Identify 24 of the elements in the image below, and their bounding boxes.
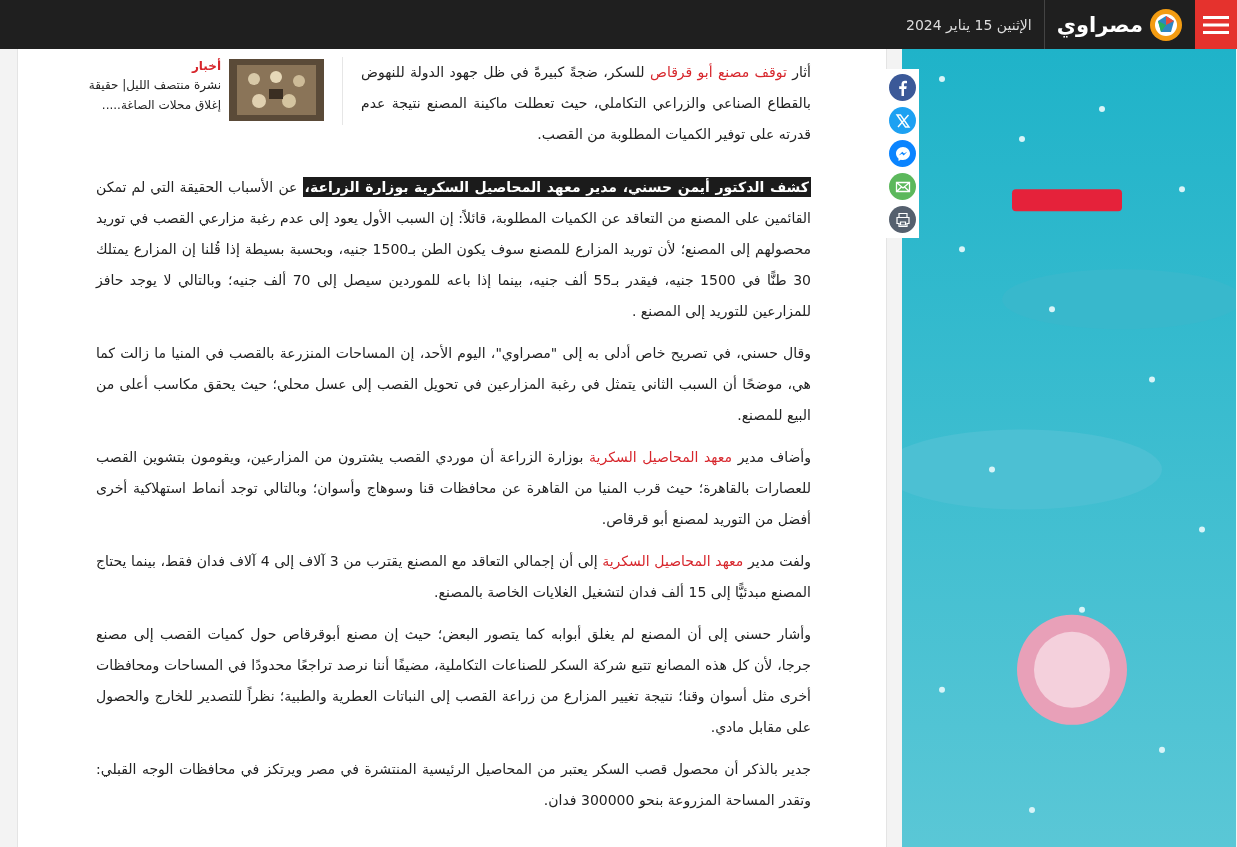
article-link[interactable]: توقف مصنع أبو قرقاص <box>649 64 787 80</box>
article-paragraph: أثار توقف مصنع أبو قرقاص للسكر، ضجةً كبيرةً في ظل جهود الدولة للنهوض بالقطاع الصناعي والزراعي التكاملي، حيث تعطلت ماكينة المصنع نتيجة عدم قدرته على توفير الكميات المطلوبة من القصب. <box>361 62 811 145</box>
article-paragraph: وأشار حسني إلى أن المصنع لم يغلق أبوابه كما يتصور البعض؛ حيث إن مصنع أبوقرقاص حول كميات القصب إلى مصنع جرجا، لأن كل هذه المصانع تتبع شركة السكر للصناعات التكاملية، مضيفًا أننا نرصد تراجعًا محدودًا في المساحات ومحافظات أخرى مثل أسوان وقنا؛ نتيجة تغيير المزارع من زراعة القصب إلى النباتات العطرية والطبية؛ نظراً للتصدير للخارج والحصول على مقابل مادي. <box>96 624 811 737</box>
article-paragraph: كشف الدكتور أيمن حسني، مدير معهد المحاصيل السكرية بوزارة الزراعة، عن الأسباب الحقيقة التي لم تمكن القائمين على المصنع من التعاقد عن الكميات المطلوبة، قائلاً: إن السبب الأول يعود إلى عدم رغبة مزارعي القصب في توريد محصولهم إلى المصنع؛ لأن توريد المزارع للمصنع سوف يكون الطن بـ1500 جنيه، وبحسبة بسيطة إذا قُلنا إن المزارع يمتلك 30 طنًّا في 1500 جنيه، فيقدر بـ55 ألف جنيه، بينما إذا باعه للموردين سيصل إلى 70 ألف جنيه؛ وبالتالي لا يوجد حافز للمزارعين للتوريد إلى المصنع . <box>96 176 811 322</box>
x-icon <box>894 112 911 129</box>
article-link[interactable]: معهد المحاصيل السكرية <box>602 553 744 569</box>
category-label: أخبار <box>190 59 221 73</box>
share-button[interactable] <box>889 107 916 134</box>
share-button[interactable] <box>889 74 916 101</box>
related-article-card[interactable]: أخبار نشرة منتصف الليل| حقيقة إغلاق محلات الصاغة..... <box>86 57 343 125</box>
article-paragraph: وقال حسني، في تصريح خاص أدلى به إلى "مصراوي"، اليوم الأحد، إن المساحات المنزرعة بالقصب في المنيا ما زالت كما هي، موضحًا أن السبب الثاني يتمثل في رغبة المزارعين في تحويل القصب إلى عسل محلي؛ حيث يحقق مكاسب أعلى من البيع للمصنع. <box>96 343 811 426</box>
header-date: الإثنين 15 يناير 2024 <box>905 16 1033 33</box>
print-button[interactable] <box>889 206 916 233</box>
share-button[interactable] <box>889 140 916 167</box>
logo-icon <box>1149 7 1183 42</box>
related-title: نشرة منتصف الليل| حقيقة إغلاق محلات الصاغة..... <box>87 77 221 114</box>
article-link[interactable]: معهد المحاصيل السكرية <box>589 449 733 465</box>
messenger-icon <box>894 145 911 162</box>
article-paragraph: ولفت مدير معهد المحاصيل السكرية إلى أن إجمالي التعاقد مع المصنع يقترب من 3 آلاف إلى 4 آلاف فدان فقط، بينما يحتاج المصنع مبدئيًّا إلى 15 ألف فدان لتشغيل الغلايات الخاصة بالمصنع. <box>96 551 811 603</box>
printer-icon <box>894 211 911 228</box>
article-paragraph: جدير بالذكر أن محصول قصب السكر يعتبر من المحاصيل الرئيسية المنتشرة في مصر ويرتكز في محافظات الوجه القبلي: وتقدر المساحة المزروعة بنحو 300000 فدان. <box>96 759 811 811</box>
article-paragraph: وأضاف مدير معهد المحاصيل السكرية بوزارة الزراعة أن موردي القصب يشترون من المزارعين، ويقومون بتشوين القصب للعصارات بالقاهرة؛ حيث قرب المنيا من القاهرة عن محافظات قنا وسوهاج وأسوان؛ وبالتالي توجد أنماط استهلاكية أخرى أفضل من التوريد لمصنع أبو قرقاص. <box>96 447 811 530</box>
menu-button[interactable] <box>1195 0 1237 49</box>
menu-icon <box>1203 14 1229 35</box>
